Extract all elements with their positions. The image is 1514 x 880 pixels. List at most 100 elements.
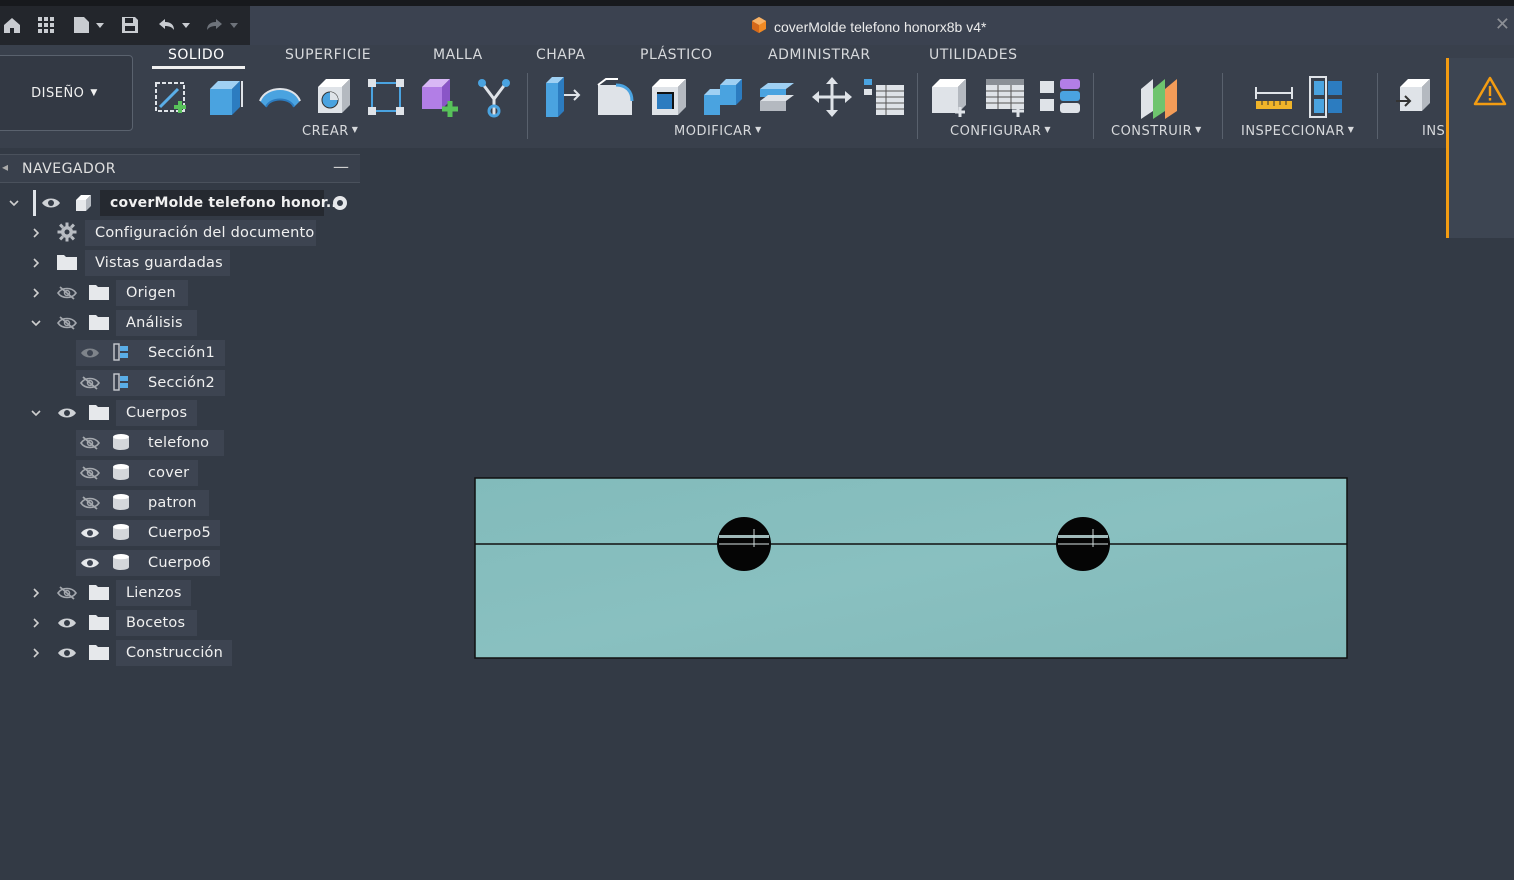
file-menu-icon[interactable] [72,14,106,36]
chevron-right-icon[interactable] [28,615,44,631]
close-icon[interactable]: ✕ [1495,14,1510,35]
tab-superficie[interactable]: SUPERFICIE [285,47,371,63]
warning-panel [1446,58,1514,238]
component-icon [750,16,768,37]
group-construir-label: CONSTRUIR [1111,124,1193,139]
joint-icon[interactable] [930,75,974,119]
eye-hidden-icon[interactable] [79,493,101,513]
new-component-icon[interactable] [418,75,462,119]
root-label: coverMolde telefono honor... [110,195,343,211]
extrude-icon[interactable] [204,75,248,119]
active-marker [33,190,36,216]
offset-plane-icon[interactable] [1137,75,1181,119]
quick-access-toolbar [0,6,250,45]
active-tab-indicator [152,66,245,69]
chevron-right-icon[interactable] [28,255,44,271]
eye-hidden-icon[interactable] [79,463,101,483]
eye-icon[interactable] [56,403,78,423]
eye-icon[interactable] [79,553,101,573]
group-modificar[interactable]: MODIFICAR ▼ [674,124,762,139]
eye-hidden-icon[interactable] [79,433,101,453]
viewport-model[interactable] [474,477,1348,659]
tab-chapa[interactable]: CHAPA [536,47,586,63]
folder-icon [88,402,110,422]
body-icon [110,462,132,482]
workspace-selector[interactable]: DISEÑO ▼ [0,55,133,131]
offset-face-icon[interactable] [756,75,800,119]
tree-item-label: Bocetos [126,615,186,631]
mold-body[interactable] [474,477,1348,659]
eye-icon[interactable] [56,643,78,663]
eye-hidden-icon[interactable] [79,373,101,393]
chevron-down-icon[interactable] [6,195,22,211]
apps-grid-icon[interactable] [36,14,56,36]
tree-item-label: Lienzos [126,585,182,601]
chevron-right-icon[interactable] [28,225,44,241]
group-inspeccionar[interactable]: INSPECCIONAR ▼ [1241,124,1354,139]
tree-item-label: Análisis [126,315,183,331]
eye-hidden-icon[interactable] [56,583,78,603]
minimize-icon[interactable]: — [333,157,349,176]
eye-icon[interactable] [56,613,78,633]
tree-item-label: Cuerpo5 [148,525,211,541]
chevron-down-icon[interactable] [28,315,44,331]
eye-hidden-icon[interactable] [56,283,78,303]
collapse-left-icon[interactable]: ◂ [2,160,8,174]
tree-item-label: Configuración del documento [95,225,315,241]
gear-icon [56,222,78,242]
press-pull-icon[interactable] [540,75,584,119]
undo-icon[interactable] [156,14,194,36]
eye-icon[interactable] [79,523,101,543]
insert-derive-icon[interactable] [1392,75,1436,119]
pattern-icon[interactable] [364,75,408,119]
create-form-icon[interactable] [472,75,516,119]
chevron-down-icon[interactable] [28,405,44,421]
eye-icon[interactable] [79,343,101,363]
tree-item-label: Cuerpos [126,405,188,421]
move-icon[interactable] [810,75,854,119]
navigator-header[interactable]: ◂ NAVEGADOR — [0,154,360,183]
configuration-icon[interactable] [1038,75,1082,119]
tab-plastico[interactable]: PLÁSTICO [640,47,713,63]
combine-icon[interactable] [702,75,746,119]
shell-icon[interactable] [648,75,692,119]
tab-malla[interactable]: MALLA [433,47,483,63]
measure-icon[interactable] [1252,75,1296,119]
section-analysis-icon[interactable] [1306,75,1350,119]
chevron-down-icon: ▼ [1347,125,1355,134]
redo-icon[interactable] [204,14,242,36]
group-insertar[interactable]: INS [1422,124,1445,139]
active-radio-icon[interactable] [329,193,351,213]
eye-hidden-icon[interactable] [56,313,78,333]
create-sketch-icon[interactable] [150,75,194,119]
group-crear[interactable]: CREAR ▼ [302,124,358,139]
tree-item-label: telefono [148,435,210,451]
document-title: coverMolde telefono honorx8b v4* [750,16,986,37]
tree-item-label: patron [148,495,197,511]
hole-right[interactable] [1056,517,1110,571]
chevron-down-icon: ▼ [755,125,762,134]
group-construir[interactable]: CONSTRUIR ▼ [1111,124,1202,139]
chevron-right-icon[interactable] [28,285,44,301]
title-bar: coverMolde telefono honorx8b v4* ✕ [0,0,1514,45]
body-icon [110,552,132,572]
workspace-label: DISEÑO [31,85,85,101]
fillet-icon[interactable] [594,75,638,119]
change-parameters-icon[interactable] [862,75,906,119]
tab-administrar[interactable]: ADMINISTRAR [768,47,871,63]
hole-icon[interactable] [312,75,356,119]
section-analysis-icon [110,342,132,362]
hole-left[interactable] [717,517,771,571]
save-icon[interactable] [120,14,140,36]
tab-solido[interactable]: SOLIDO [168,47,225,63]
warning-icon[interactable] [1473,76,1507,110]
home-icon[interactable] [2,14,22,36]
group-configurar[interactable]: CONFIGURAR ▼ [950,124,1051,139]
chevron-right-icon[interactable] [28,585,44,601]
chevron-right-icon[interactable] [28,645,44,661]
toolbar-ribbon: DISEÑO ▼ SOLIDO SUPERFICIE MALLA CHAPA P… [0,45,1514,148]
tab-utilidades[interactable]: UTILIDADES [929,47,1017,63]
revolve-icon[interactable] [258,75,302,119]
table-icon[interactable] [984,75,1028,119]
eye-icon[interactable] [40,193,62,213]
